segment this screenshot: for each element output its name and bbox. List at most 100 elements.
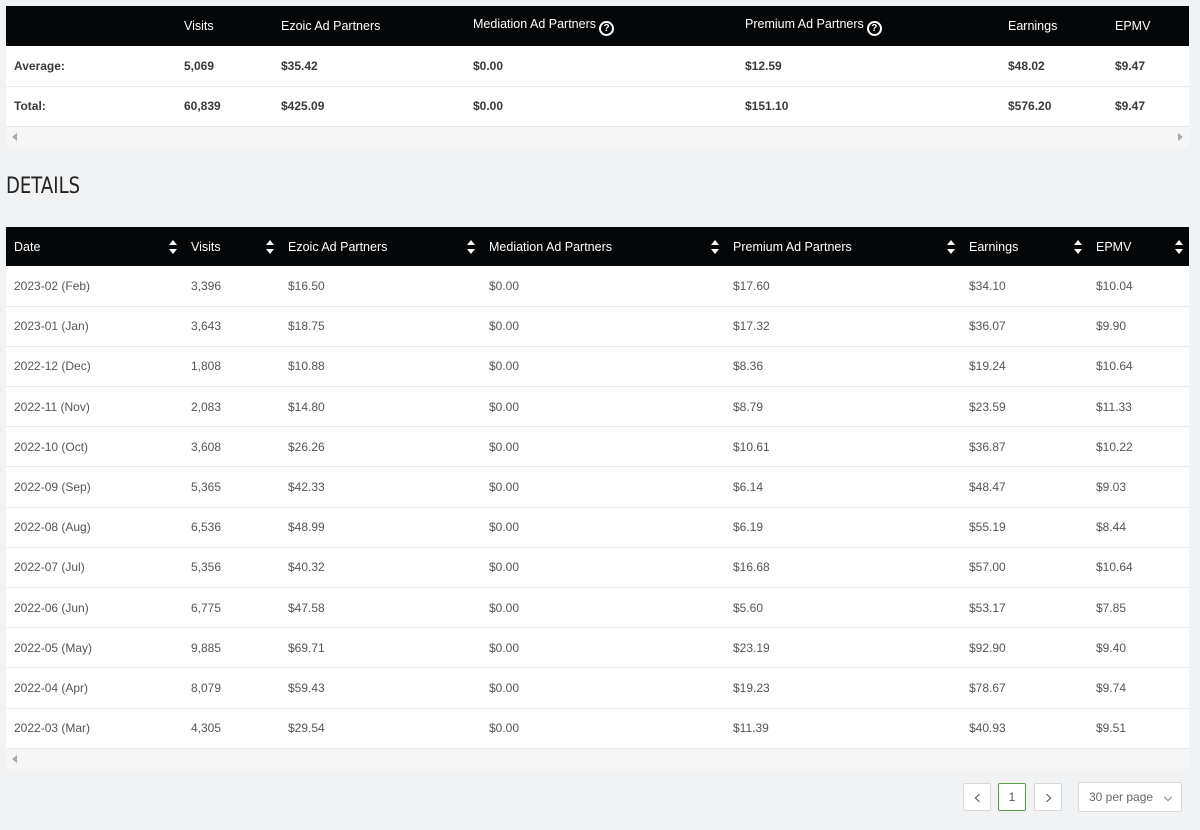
summary-table: Visits Ezoic Ad Partners Mediation Ad Pa…: [6, 6, 1189, 127]
table-cell: $92.90: [961, 627, 1088, 669]
summary-header-premium: Premium Ad Partners?: [745, 6, 1008, 46]
summary-cell: 5,069: [184, 46, 281, 87]
table-cell: 2022-11 (Nov): [6, 386, 183, 428]
table-cell: $0.00: [481, 587, 725, 629]
help-circle-icon[interactable]: ?: [866, 20, 882, 36]
summary-row-average: Average: 5,069 $35.42 $0.00 $12.59 $48.0…: [6, 46, 1189, 87]
table-cell: $0.00: [481, 667, 725, 709]
table-cell: $9.74: [1088, 667, 1189, 709]
help-circle-icon[interactable]: ?: [599, 20, 614, 36]
details-body: 2023-02 (Feb) 3,396 $16.50 $0.00 $17.60 $34.1…: [6, 266, 1189, 749]
per-page-select[interactable]: 30 per page: [1078, 782, 1182, 812]
next-page-button[interactable]: [1034, 783, 1062, 811]
chevron-right-icon: [1042, 793, 1051, 803]
chevron-left-icon: [974, 793, 983, 803]
table-cell: $17.32: [725, 306, 961, 347]
prev-page-button[interactable]: [963, 783, 991, 811]
column-header-premium[interactable]: Premium Ad Partners: [725, 227, 961, 266]
sort-icon[interactable]: [1175, 240, 1183, 254]
details-horizontal-scrollbar[interactable]: [6, 748, 1189, 769]
table-cell: 2022-06 (Jun): [6, 587, 183, 629]
summary-row-total: Total: 60,839 $425.09 $0.00 $151.10 $576…: [6, 86, 1189, 127]
sort-icon[interactable]: [266, 240, 274, 254]
sort-icon[interactable]: [711, 240, 719, 254]
summary-header-ezoic: Ezoic Ad Partners: [281, 6, 473, 46]
table-cell: 6,775: [183, 587, 280, 629]
table-cell: 6,536: [183, 507, 280, 548]
column-header-ezoic[interactable]: Ezoic Ad Partners: [280, 227, 481, 266]
summary-cell: 60,839: [184, 86, 281, 127]
table-cell: $23.59: [961, 386, 1088, 428]
table-cell: $10.88: [280, 346, 481, 388]
table-cell: 2022-03 (Mar): [6, 708, 183, 749]
summary-cell: $12.59: [745, 46, 1008, 87]
table-cell: 8,079: [183, 667, 280, 709]
table-cell: $10.22: [1088, 426, 1189, 468]
table-cell: $0.00: [481, 627, 725, 669]
table-cell: $0.00: [481, 547, 725, 589]
details-header-row: Date Visits Ezoic Ad Partners Mediation …: [6, 227, 1189, 266]
table-cell: $17.60: [725, 266, 961, 307]
sort-icon[interactable]: [1074, 240, 1082, 254]
scroll-left-icon[interactable]: [12, 132, 17, 141]
table-cell: 2023-01 (Jan): [6, 306, 183, 347]
summary-cell: $576.20: [1008, 86, 1115, 127]
table-cell: $48.99: [280, 507, 481, 548]
column-header-date[interactable]: Date: [6, 227, 183, 266]
table-cell: $16.50: [280, 266, 481, 307]
summary-horizontal-scrollbar[interactable]: [6, 126, 1189, 147]
per-page-value: 30 per page: [1089, 790, 1154, 804]
summary-header-visits-label: Visits: [184, 19, 214, 33]
table-cell: 2,083: [183, 386, 280, 428]
summary-cell: $151.10: [745, 86, 1008, 127]
summary-panel: Visits Ezoic Ad Partners Mediation Ad Pa…: [6, 6, 1189, 147]
table-cell: 2022-10 (Oct): [6, 426, 183, 468]
summary-label: Average:: [6, 46, 184, 87]
table-cell: $36.07: [961, 306, 1088, 347]
summary-header-earnings-label: Earnings: [1008, 19, 1058, 33]
table-row: 2023-01 (Jan) 3,643 $18.75 $0.00 $17.32 $36.0…: [6, 306, 1189, 347]
table-cell: $40.93: [961, 708, 1088, 749]
table-cell: $10.64: [1088, 547, 1189, 589]
details-panel: Date Visits Ezoic Ad Partners Mediation …: [6, 227, 1189, 769]
table-cell: $23.19: [725, 627, 961, 669]
table-cell: $40.32: [280, 547, 481, 589]
table-cell: $9.90: [1088, 306, 1189, 347]
table-cell: $10.61: [725, 426, 961, 468]
summary-cell: $48.02: [1008, 46, 1115, 87]
column-header-visits[interactable]: Visits: [183, 227, 280, 266]
summary-cell: $0.00: [473, 86, 745, 127]
table-cell: $0.00: [481, 507, 725, 548]
table-cell: $69.71: [280, 627, 481, 669]
column-header-epmv[interactable]: EPMV: [1088, 227, 1189, 266]
table-cell: $9.03: [1088, 466, 1189, 508]
column-header-label: Visits: [191, 239, 221, 254]
table-row: 2022-12 (Dec) 1,808 $10.88 $0.00 $8.36 $19.24…: [6, 346, 1189, 388]
table-cell: $9.40: [1088, 627, 1189, 669]
scroll-left-icon[interactable]: [12, 754, 17, 763]
table-cell: $0.00: [481, 306, 725, 347]
table-cell: $0.00: [481, 346, 725, 388]
table-cell: $5.60: [725, 587, 961, 629]
sort-icon[interactable]: [467, 240, 475, 254]
summary-header-ezoic-label: Ezoic Ad Partners: [281, 19, 381, 33]
sort-icon[interactable]: [947, 240, 955, 254]
scroll-right-icon[interactable]: [1178, 132, 1183, 141]
table-cell: 2022-08 (Aug): [6, 507, 183, 548]
summary-cell: $425.09: [281, 86, 473, 127]
table-cell: $10.64: [1088, 346, 1189, 388]
summary-header-blank: [6, 6, 184, 46]
sort-icon[interactable]: [169, 240, 177, 254]
table-row: 2022-04 (Apr) 8,079 $59.43 $0.00 $19.23 $78.6…: [6, 667, 1189, 709]
table-cell: $53.17: [961, 587, 1088, 629]
column-header-earnings[interactable]: Earnings: [961, 227, 1088, 266]
table-row: 2022-10 (Oct) 3,608 $26.26 $0.00 $10.61 $36.8…: [6, 426, 1189, 468]
details-table: Date Visits Ezoic Ad Partners Mediation …: [6, 227, 1189, 749]
page-number-button[interactable]: 1: [998, 783, 1026, 811]
column-header-label: Date: [14, 239, 41, 254]
table-cell: $57.00: [961, 547, 1088, 589]
column-header-mediation[interactable]: Mediation Ad Partners: [481, 227, 725, 266]
table-cell: $16.68: [725, 547, 961, 589]
summary-header-premium-label: Premium Ad Partners: [745, 16, 864, 31]
summary-header-epmv-label: EPMV: [1115, 19, 1151, 33]
